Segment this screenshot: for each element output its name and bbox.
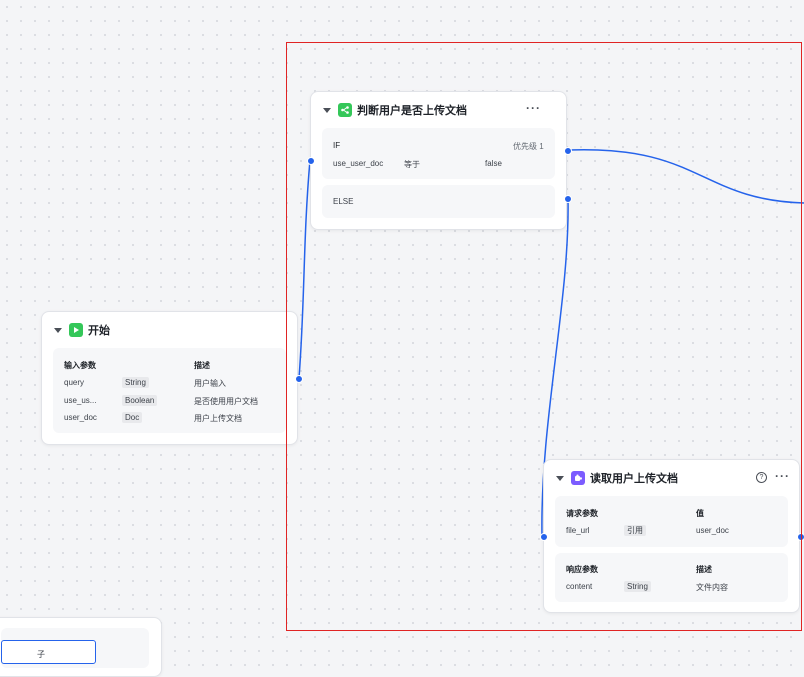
plugin-input-port[interactable] [540,533,548,541]
collapse-caret-icon[interactable] [556,475,564,481]
param-type: String [624,581,651,592]
condition-variable: use_user_doc [333,159,384,168]
plugin-output-port[interactable] [797,533,804,541]
param-type: Boolean [122,395,158,406]
value-header: 值 [696,509,704,518]
condition-value: false [485,159,502,168]
node-title: 开始 [88,325,110,337]
branch-icon [338,103,352,117]
param-desc: 是否使用用户文档 [194,397,258,406]
param-name: user_doc [64,413,97,422]
response-params-panel: 响应参数 描述 content String 文件内容 [555,553,788,602]
param-desc: 文件内容 [696,583,728,592]
param-desc: 用户输入 [194,379,226,388]
param-type: 引用 [624,525,646,536]
partial-node-text: 子 [37,650,45,659]
param-value: user_doc [696,526,729,535]
param-type: Doc [122,412,143,423]
node-title: 判断用户是否上传文档 [357,105,467,117]
start-node-header[interactable]: 开始 [42,312,297,348]
desc-header: 描述 [194,361,210,370]
response-params-header: 响应参数 [566,565,598,574]
else-branch-panel[interactable]: ELSE [322,185,555,218]
priority-label: 优先级 1 [513,142,544,151]
if-label: IF [333,141,341,150]
input-params-panel: 输入参数 描述 query String 用户输入 use_us... Bool… [53,348,286,433]
collapse-caret-icon[interactable] [323,107,331,113]
condition-node[interactable]: 判断用户是否上传文档 ··· IF 优先级 1 use_user_doc 等于 … [307,91,572,230]
workflow-canvas[interactable]: 判断用户是否上传文档 ··· IF 优先级 1 use_user_doc 等于 … [0,0,804,677]
param-name: use_us... [64,396,97,405]
desc-header: 描述 [696,565,712,574]
more-menu-icon[interactable]: ··· [526,101,541,115]
condition-input-port[interactable] [307,157,315,165]
condition-operator: 等于 [404,160,420,169]
else-label: ELSE [333,197,354,206]
start-node[interactable]: 开始 输入参数 描述 query String 用户输入 use_us... B… [41,311,303,445]
param-name: file_url [566,526,590,535]
more-menu-icon[interactable]: ··· [775,469,790,483]
edge-if-to-next[interactable] [567,148,804,204]
edge-start-to-condition[interactable] [298,159,311,379]
param-name: query [64,378,85,387]
partial-node-input[interactable]: 子 [1,640,96,664]
start-output-port[interactable] [295,375,303,383]
plugin-icon [571,471,585,485]
node-title: 读取用户上传文档 [590,473,678,485]
params-header: 输入参数 [64,361,96,370]
request-params-header: 请求参数 [566,509,598,518]
param-type: String [122,377,149,388]
if-branch-panel[interactable]: IF 优先级 1 use_user_doc 等于 false [322,128,555,179]
request-params-panel: 请求参数 值 file_url 引用 user_doc [555,496,788,547]
help-icon[interactable]: ? [756,472,767,483]
partial-node-panel: 子 [1,628,149,668]
play-icon [69,323,83,337]
if-output-port[interactable] [564,147,572,155]
plugin-node[interactable]: 读取用户上传文档 ? ··· 请求参数 值 file_url 引用 user_d… [540,459,804,613]
else-output-port[interactable] [564,195,572,203]
collapse-caret-icon[interactable] [54,327,62,333]
param-desc: 用户上传文档 [194,414,242,423]
param-name: content [566,582,593,591]
partial-node[interactable]: 子 [0,617,162,677]
